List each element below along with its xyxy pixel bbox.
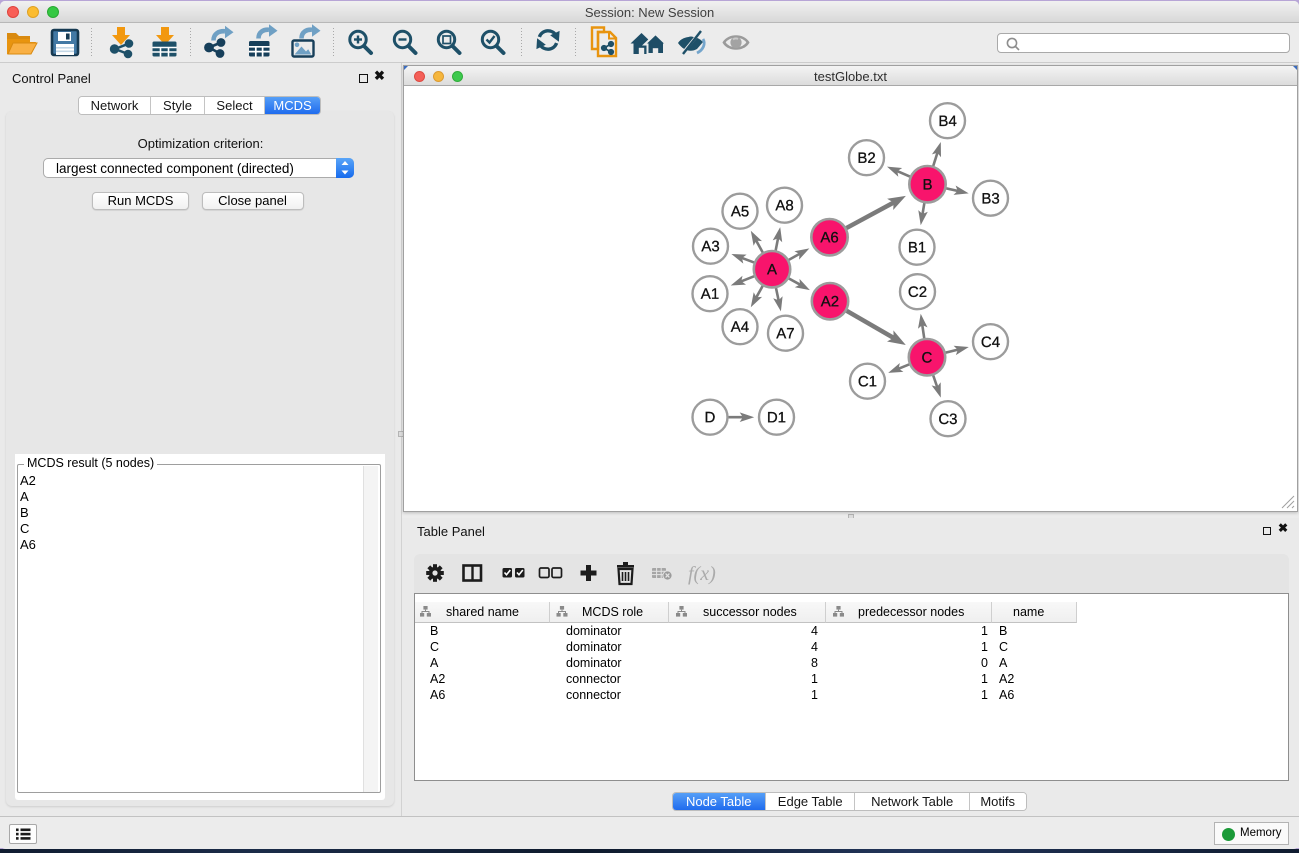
svg-text:C4: C4 [980, 334, 999, 351]
svg-text:A7: A7 [776, 325, 794, 342]
svg-text:B1: B1 [907, 239, 925, 256]
svg-text:C: C [921, 349, 932, 366]
svg-text:A3: A3 [701, 238, 719, 255]
svg-text:A: A [767, 261, 777, 278]
svg-text:A4: A4 [730, 319, 748, 336]
svg-text:B: B [922, 176, 932, 193]
svg-text:B2: B2 [857, 150, 875, 167]
svg-text:A8: A8 [775, 197, 793, 214]
svg-text:A5: A5 [730, 203, 748, 220]
svg-text:B3: B3 [981, 190, 999, 207]
svg-text:C2: C2 [907, 284, 926, 301]
svg-text:B4: B4 [938, 113, 956, 130]
svg-text:D: D [704, 409, 715, 426]
svg-text:C1: C1 [857, 373, 876, 390]
svg-text:f(x): f(x) [688, 563, 716, 585]
svg-text:C3: C3 [938, 411, 957, 428]
svg-text:A1: A1 [700, 286, 718, 303]
svg-text:A2: A2 [820, 293, 838, 310]
svg-text:D1: D1 [766, 409, 785, 426]
svg-text:A6: A6 [820, 229, 838, 246]
